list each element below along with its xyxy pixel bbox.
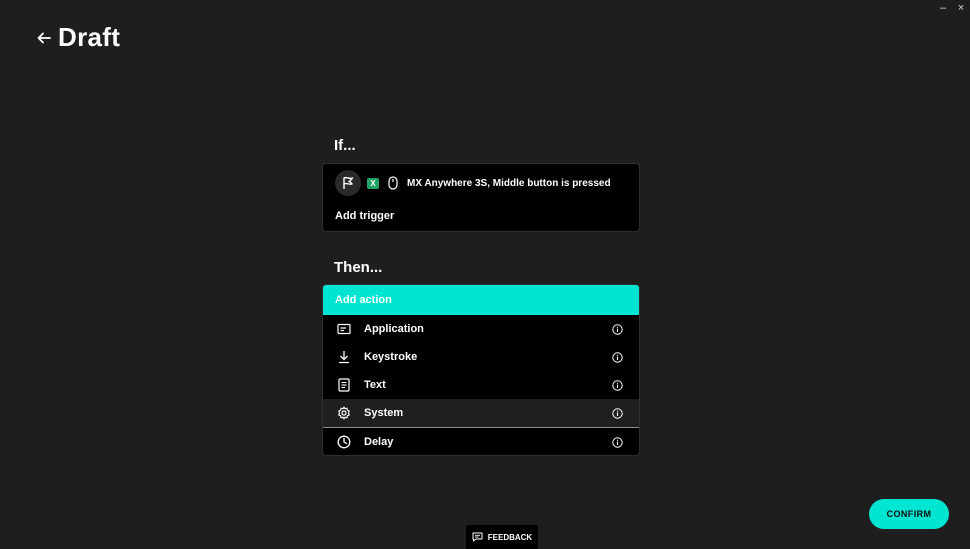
download-arrow-icon [337,350,351,364]
window-controls: – × [938,2,966,14]
flag-app-icon [335,170,361,196]
minimize-button[interactable]: – [938,2,948,14]
action-label: Keystroke [364,351,418,363]
application-icon [337,322,351,336]
add-action-button[interactable]: Add action [323,285,639,315]
feedback-icon [472,532,483,542]
clock-icon [337,435,351,449]
app-window: – × Draft If... X MX Anywhere 3S, Middle… [0,0,970,549]
excel-icon: X [367,177,379,189]
action-item-system[interactable]: System [323,399,639,428]
feedback-button[interactable]: FEEDBACK [466,525,538,549]
action-label: Text [364,379,386,391]
arrow-left-icon[interactable] [36,30,52,46]
action-label: System [364,407,404,419]
document-icon [337,378,351,392]
trigger-card: X MX Anywhere 3S, Middle button is press… [322,163,640,232]
action-item-text[interactable]: Text [323,371,639,399]
info-icon[interactable] [612,379,623,391]
add-trigger-button[interactable]: Add trigger [335,210,394,222]
close-button[interactable]: × [956,2,966,14]
if-section-label: If... [334,137,356,154]
info-icon[interactable] [612,323,623,335]
action-item-delay[interactable]: Delay [323,428,639,455]
info-icon[interactable] [612,351,623,363]
page-header: Draft [36,22,120,53]
info-icon[interactable] [612,436,623,448]
gear-icon [337,406,351,420]
action-label: Delay [364,436,394,448]
page-title: Draft [58,22,121,52]
action-dropdown: Add action Application Keystroke Text Sy… [322,284,640,456]
action-item-application[interactable]: Application [323,315,639,343]
action-label: Application [364,323,424,335]
confirm-button[interactable]: CONFIRM [869,499,949,529]
mouse-icon [387,176,399,190]
action-item-keystroke[interactable]: Keystroke [323,343,639,371]
then-section-label: Then... [334,259,383,276]
info-icon[interactable] [612,407,623,419]
feedback-label: FEEDBACK [487,532,533,542]
trigger-description: MX Anywhere 3S, Middle button is pressed [407,177,611,189]
trigger-row[interactable]: X MX Anywhere 3S, Middle button is press… [335,170,611,196]
